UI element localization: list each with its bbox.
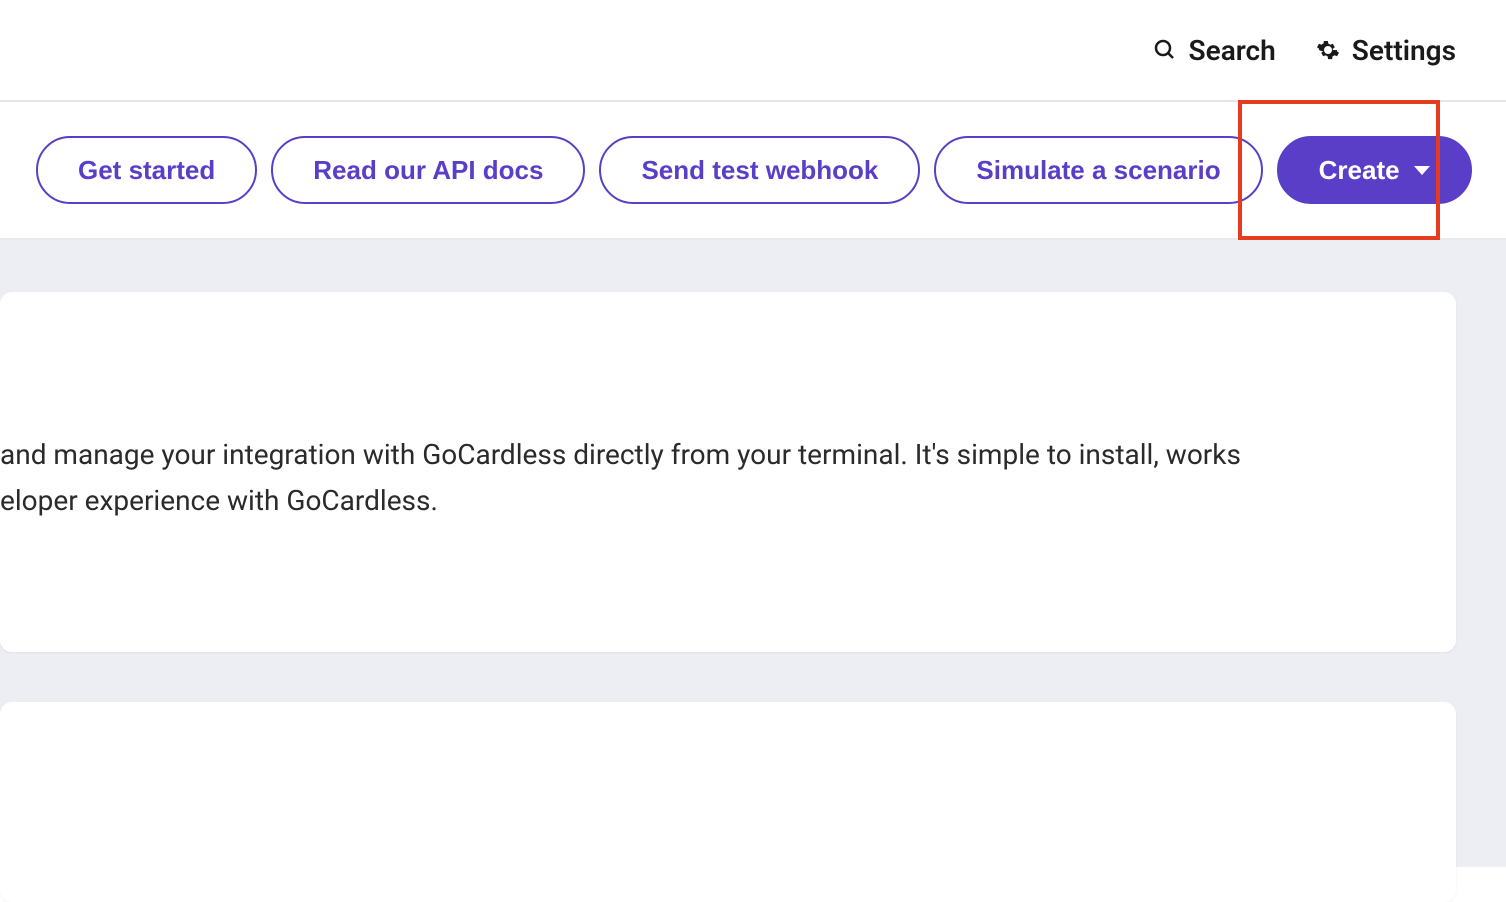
search-label: Search: [1189, 34, 1276, 67]
settings-label: Settings: [1352, 34, 1456, 67]
get-started-button[interactable]: Get started: [36, 136, 257, 204]
send-test-webhook-button[interactable]: Send test webhook: [599, 136, 920, 204]
chevron-down-icon: [1414, 166, 1430, 175]
search-button[interactable]: Search: [1153, 34, 1276, 67]
create-label: Create: [1319, 155, 1400, 186]
settings-button[interactable]: Settings: [1316, 34, 1456, 67]
content-area: and manage your integration with GoCardl…: [0, 240, 1506, 867]
simulate-scenario-button[interactable]: Simulate a scenario: [934, 136, 1262, 204]
search-icon: [1153, 38, 1177, 62]
info-card: and manage your integration with GoCardl…: [0, 292, 1456, 652]
info-text-line2: eloper experience with GoCardless.: [0, 478, 1456, 524]
gear-icon: [1316, 38, 1340, 62]
simulate-scenario-label: Simulate a scenario: [976, 155, 1220, 186]
read-api-docs-button[interactable]: Read our API docs: [271, 136, 585, 204]
read-api-docs-label: Read our API docs: [313, 155, 543, 186]
get-started-label: Get started: [78, 155, 215, 186]
top-bar: Search Settings: [0, 0, 1506, 102]
action-bar: Get started Read our API docs Send test …: [0, 102, 1506, 240]
info-text-line1: and manage your integration with GoCardl…: [0, 432, 1456, 478]
secondary-card: [0, 702, 1456, 902]
create-button[interactable]: Create: [1277, 136, 1472, 204]
send-test-webhook-label: Send test webhook: [641, 155, 878, 186]
